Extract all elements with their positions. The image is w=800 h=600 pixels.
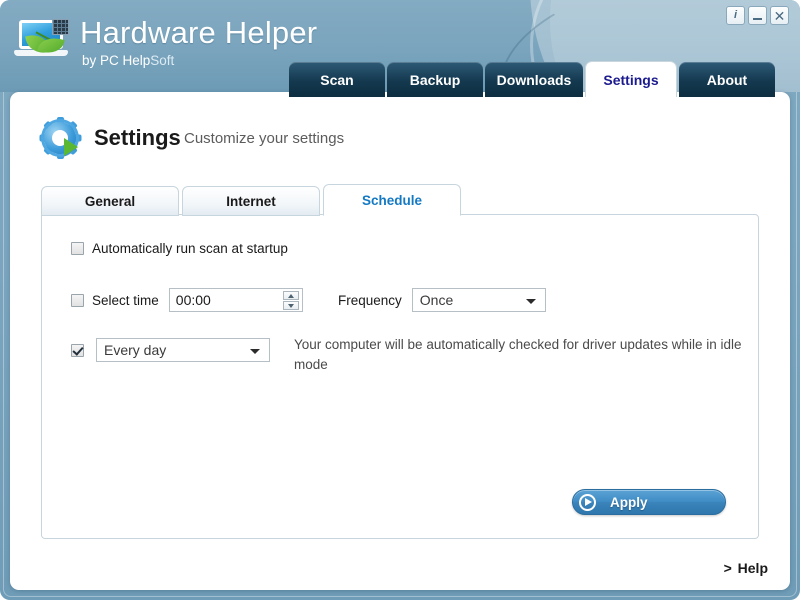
app-subtitle-prefix: by PC Help xyxy=(82,53,151,68)
tab-backup[interactable]: Backup xyxy=(387,62,483,97)
settings-tab-bar: General Internet Schedule xyxy=(41,184,464,216)
auto-scan-label: Automatically run scan at startup xyxy=(92,241,288,256)
info-button[interactable]: i xyxy=(726,6,745,25)
interval-select[interactable]: Every day xyxy=(96,338,270,362)
time-value: 00:00 xyxy=(175,292,211,308)
page-title: Settings xyxy=(94,125,181,150)
auto-scan-row: Automatically run scan at startup xyxy=(71,241,288,256)
apply-button[interactable]: Apply xyxy=(572,489,726,515)
minimize-button[interactable] xyxy=(748,6,767,25)
subtab-schedule[interactable]: Schedule xyxy=(323,184,461,216)
arrow-down-icon xyxy=(287,303,294,308)
tab-settings[interactable]: Settings xyxy=(585,61,677,97)
app-subtitle-suffix: Soft xyxy=(150,53,175,68)
interval-row: Every day xyxy=(71,338,270,362)
apply-button-label: Apply xyxy=(610,494,648,510)
frequency-label: Frequency xyxy=(338,292,402,308)
help-link-label: Help xyxy=(737,560,768,576)
close-button[interactable]: ✕ xyxy=(770,6,789,25)
subtab-internet[interactable]: Internet xyxy=(182,186,320,216)
help-link[interactable]: > Help xyxy=(724,560,768,576)
frequency-row: Frequency Once xyxy=(338,288,546,312)
frequency-value: Once xyxy=(419,292,454,308)
arrow-right-icon xyxy=(585,498,592,506)
chevron-down-icon xyxy=(250,349,260,354)
minimize-icon xyxy=(753,17,762,20)
app-subtitle: by PC HelpSoft xyxy=(82,53,174,68)
time-input[interactable]: 00:00 xyxy=(168,288,303,312)
play-arrow-icon xyxy=(64,138,78,156)
application-window: Hardware Helper by PC HelpSoft i ✕ Scan … xyxy=(0,0,800,600)
content-card: Settings Customize your settings General… xyxy=(10,92,790,590)
chip-icon xyxy=(52,19,69,35)
page-subtitle: Customize your settings xyxy=(184,130,345,147)
interval-description-row: Your computer will be automatically chec… xyxy=(294,335,754,374)
tab-scan[interactable]: Scan xyxy=(289,62,385,97)
arrow-right-circle-icon xyxy=(579,493,596,511)
tab-about[interactable]: About xyxy=(679,62,775,97)
auto-scan-checkbox[interactable] xyxy=(71,242,84,255)
tab-downloads[interactable]: Downloads xyxy=(485,62,583,97)
window-controls: i ✕ xyxy=(726,6,789,25)
select-time-label: Select time xyxy=(92,292,159,308)
chevron-right-icon: > xyxy=(723,560,732,576)
gear-play-icon xyxy=(39,117,82,160)
app-logo-icon xyxy=(14,17,76,65)
select-time-checkbox[interactable] xyxy=(71,293,84,307)
chevron-down-icon xyxy=(525,299,536,304)
main-tab-bar: Scan Backup Downloads Settings About xyxy=(289,61,775,97)
time-stepper xyxy=(282,291,299,310)
select-time-row: Select time 00:00 xyxy=(71,288,303,312)
frequency-select[interactable]: Once xyxy=(411,288,546,312)
app-title: Hardware Helper xyxy=(80,15,318,50)
time-stepper-down[interactable] xyxy=(282,301,299,310)
subtab-general[interactable]: General xyxy=(41,186,179,216)
time-stepper-up[interactable] xyxy=(282,291,299,300)
interval-checkbox[interactable] xyxy=(71,343,84,357)
arrow-up-icon xyxy=(287,293,294,298)
interval-value: Every day xyxy=(104,342,167,358)
schedule-panel: Automatically run scan at startup Select… xyxy=(41,214,759,539)
interval-description: Your computer will be automatically chec… xyxy=(294,337,742,372)
